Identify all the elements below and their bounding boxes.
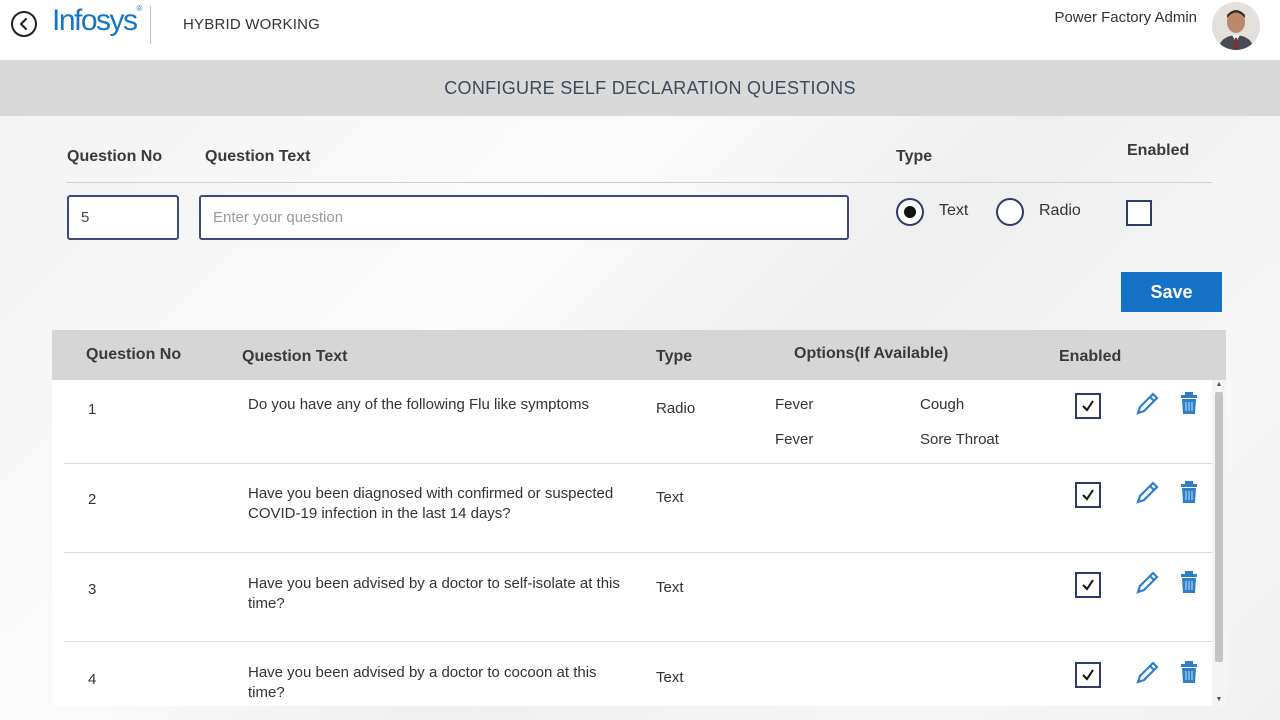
header-divider <box>150 6 151 44</box>
enabled-label: Enabled <box>1127 142 1190 159</box>
th-type: Type <box>656 348 693 365</box>
th-question-no: Question No <box>86 346 182 363</box>
row-2-type: Text <box>656 489 684 506</box>
row-1-option-2: Cough <box>920 396 965 413</box>
row-4-enabled-checkbox[interactable] <box>1075 662 1101 688</box>
row-2-enabled-checkbox[interactable] <box>1075 482 1101 508</box>
app-name: HYBRID WORKING <box>183 16 320 33</box>
row-4-text: Have you been advised by a doctor to coc… <box>248 664 597 701</box>
row-4-delete-icon[interactable] <box>1176 659 1202 685</box>
row-3-type: Text <box>656 579 684 596</box>
question-no-input[interactable] <box>67 195 179 240</box>
row-3-no: 3 <box>88 581 97 598</box>
scroll-down-icon[interactable]: ▼ <box>1215 696 1223 704</box>
avatar[interactable] <box>1212 2 1260 50</box>
questions-table: Question No Question Text Type Options(I… <box>52 330 1226 706</box>
row-1-type: Radio <box>656 400 696 417</box>
row-3-delete-icon[interactable] <box>1176 569 1202 595</box>
page-title: CONFIGURE SELF DECLARATION QUESTIONS <box>444 77 856 98</box>
save-button[interactable]: Save <box>1121 272 1222 312</box>
row-4-type: Text <box>656 669 684 686</box>
row-1-edit-icon[interactable] <box>1134 391 1160 417</box>
th-options: Options(If Available) <box>794 345 949 362</box>
row-1-delete-icon[interactable] <box>1176 390 1202 416</box>
row-2-edit-icon[interactable] <box>1134 480 1160 506</box>
row-3-text: Have you been advised by a doctor to sel… <box>248 575 620 612</box>
table-scrollbar[interactable]: ▲ ▼ <box>1212 380 1226 706</box>
type-text-radio[interactable] <box>896 198 924 226</box>
row-3-edit-icon[interactable] <box>1134 570 1160 596</box>
th-enabled: Enabled <box>1059 348 1122 365</box>
row-divider <box>64 552 1212 553</box>
row-2-text: Have you been diagnosed with confirmed o… <box>248 485 614 522</box>
infosys-logo: Infosys® <box>52 4 143 37</box>
row-2-no: 2 <box>88 491 97 508</box>
checkmark-icon <box>1082 400 1094 412</box>
checkmark-icon <box>1082 489 1094 501</box>
scroll-up-icon[interactable]: ▲ <box>1215 381 1223 389</box>
row-divider <box>64 463 1212 464</box>
question-text-label: Question Text <box>205 148 311 165</box>
type-label: Type <box>896 148 933 165</box>
question-no-label: Question No <box>67 148 163 165</box>
checkmark-icon <box>1082 579 1094 591</box>
table-header: Question No Question Text Type Options(I… <box>52 330 1226 380</box>
row-1-option-4: Sore Throat <box>920 431 999 448</box>
title-band: CONFIGURE SELF DECLARATION QUESTIONS <box>0 60 1280 116</box>
enabled-checkbox[interactable] <box>1126 200 1152 226</box>
row-1-no: 1 <box>88 401 97 418</box>
top-bar: Infosys® HYBRID WORKING Power Factory Ad… <box>0 0 1280 60</box>
type-text-label: Text <box>939 202 969 219</box>
question-text-input[interactable] <box>199 195 849 240</box>
checkmark-icon <box>1082 669 1094 681</box>
table-body: 1 Do you have any of the following Flu l… <box>52 380 1212 706</box>
row-4-no: 4 <box>88 671 97 688</box>
type-radio-radio[interactable] <box>996 198 1024 226</box>
row-2-delete-icon[interactable] <box>1176 479 1202 505</box>
row-4-edit-icon[interactable] <box>1134 660 1160 686</box>
th-question-text: Question Text <box>242 348 348 365</box>
row-1-enabled-checkbox[interactable] <box>1075 393 1101 419</box>
row-divider <box>64 641 1212 642</box>
back-icon[interactable] <box>11 11 37 37</box>
row-1-text: Do you have any of the following Flu lik… <box>248 396 589 413</box>
row-1-option-3: Fever <box>775 431 814 448</box>
type-radio-label: Radio <box>1039 202 1081 219</box>
row-1-option-1: Fever <box>775 396 814 413</box>
user-name: Power Factory Admin <box>1054 9 1197 26</box>
row-3-enabled-checkbox[interactable] <box>1075 572 1101 598</box>
scroll-thumb[interactable] <box>1215 392 1223 662</box>
form-divider <box>66 182 1212 183</box>
